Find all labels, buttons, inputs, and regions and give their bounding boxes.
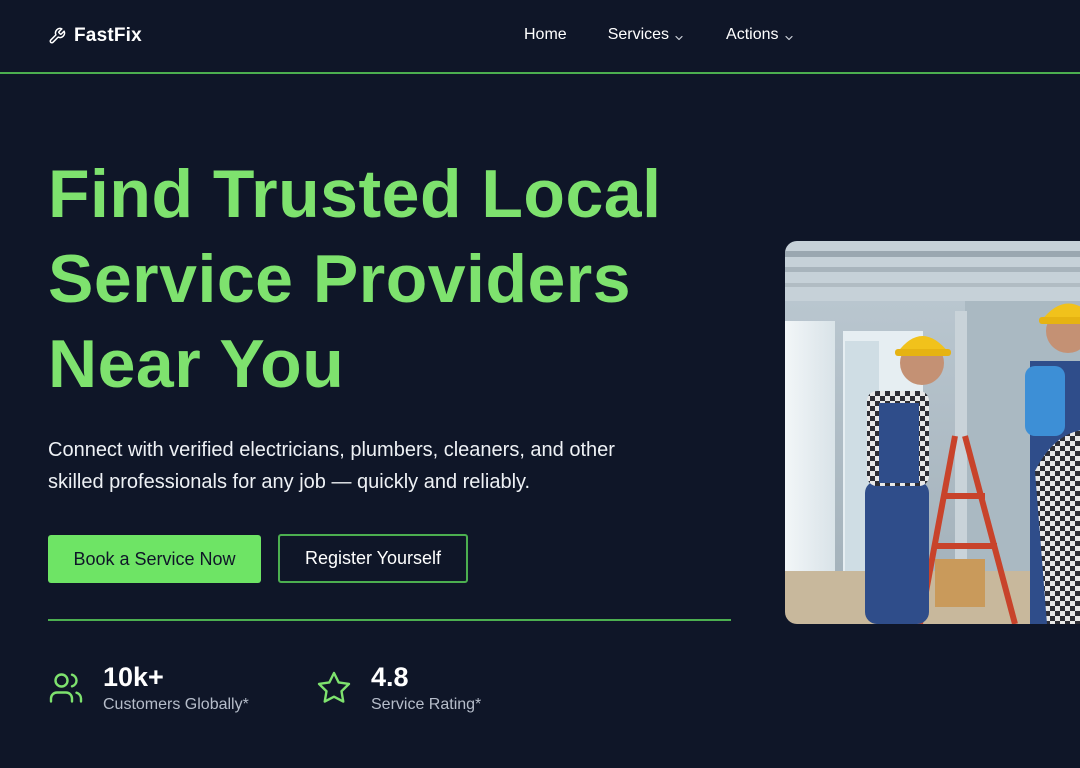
- hero-description-line: Connect with verified electricians, plum…: [48, 439, 615, 461]
- star-icon: [316, 670, 352, 706]
- brand-name: FastFix: [74, 25, 142, 46]
- nav-services-label: Services: [607, 26, 670, 43]
- stat-text: 10k+ Customers Globally*: [103, 660, 249, 716]
- register-yourself-button[interactable]: Register Yourself: [278, 534, 468, 583]
- hero-title-line: Find Trusted Local: [48, 156, 662, 232]
- hero-image-workers: [785, 241, 1080, 624]
- hero-title: Find Trusted Local Service Providers Nea…: [48, 152, 748, 407]
- hero-title-line: Service Providers: [48, 241, 632, 317]
- stat-label: Service Rating*: [371, 696, 482, 713]
- brand-logo[interactable]: FastFix: [48, 25, 142, 47]
- hero-description: Connect with verified electricians, plum…: [48, 434, 728, 498]
- chevron-down-icon: [674, 30, 684, 41]
- nav-actions-dropdown[interactable]: Actions: [726, 26, 793, 44]
- stat-rating: 4.8 Service Rating*: [316, 660, 481, 716]
- wrench-icon: [48, 27, 66, 45]
- chevron-down-icon: [784, 30, 794, 41]
- hero-description-line: skilled professionals for any job — quic…: [48, 471, 531, 493]
- nav-services-dropdown[interactable]: Services: [608, 26, 684, 44]
- workers-photo-illustration: [785, 241, 1080, 624]
- stat-text: 4.8 Service Rating*: [371, 660, 481, 716]
- stat-label: Customers Globally*: [103, 696, 249, 713]
- nav-home-label: Home: [524, 26, 567, 43]
- stat-customers: 10k+ Customers Globally*: [48, 660, 249, 716]
- stat-value: 10k+: [103, 662, 164, 692]
- users-icon: [48, 670, 84, 706]
- nav-home-link[interactable]: Home: [524, 26, 567, 44]
- book-service-button[interactable]: Book a Service Now: [48, 535, 261, 583]
- stat-value: 4.8: [371, 662, 409, 692]
- navbar: FastFix Home Services Actions: [0, 0, 1080, 74]
- main-nav: Home Services Actions: [524, 26, 794, 44]
- hero-title-line: Near You: [48, 326, 345, 402]
- divider: [48, 619, 731, 621]
- nav-actions-label: Actions: [726, 26, 779, 43]
